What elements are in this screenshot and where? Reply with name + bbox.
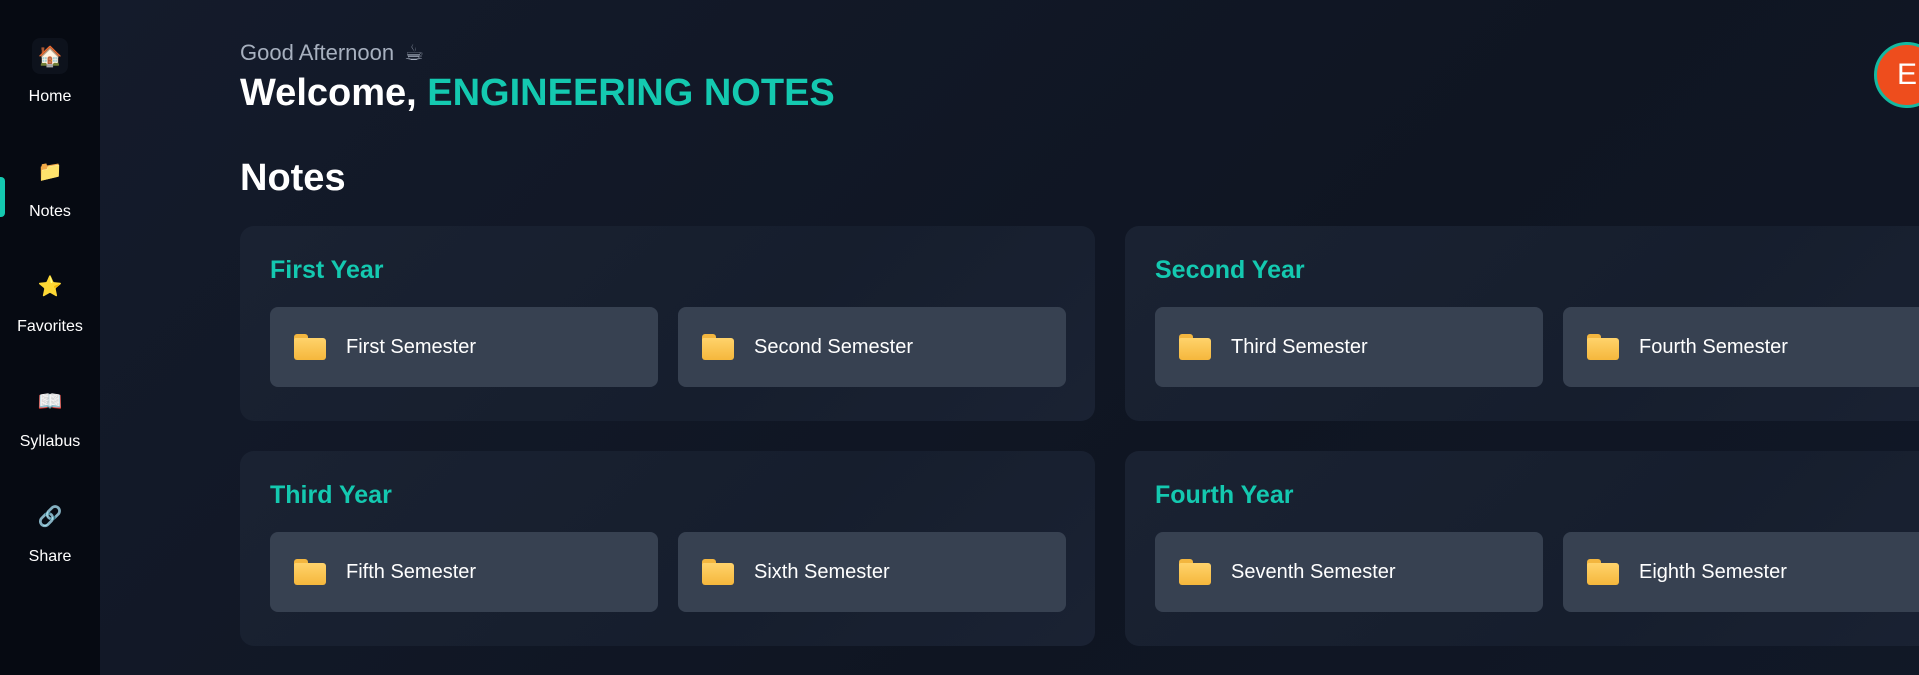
sidebar-item-notes[interactable]: 📁 Notes xyxy=(0,147,100,262)
page-title: Notes xyxy=(240,157,346,199)
semester-label: Eighth Semester xyxy=(1639,560,1787,583)
semester-label: Fifth Semester xyxy=(346,560,477,583)
sidebar-item-label: Home xyxy=(28,88,72,105)
sidebar: 🏠 Home 📁 Notes ⭐ Favorites 📖 Syllabus 🔗 … xyxy=(0,0,100,675)
folder-icon xyxy=(1587,559,1619,585)
semester-label: Sixth Semester xyxy=(754,560,890,583)
sidebar-item-label: Favorites xyxy=(17,318,83,335)
year-card: First Year First Semester Second Semeste… xyxy=(240,226,1095,421)
folder-icon xyxy=(1179,334,1211,360)
year-card: Third Year Fifth Semester Sixth Semester xyxy=(240,451,1095,646)
semester-button[interactable]: Seventh Semester xyxy=(1155,532,1543,612)
year-title: First Year xyxy=(270,256,384,284)
semester-row: Fifth Semester Sixth Semester xyxy=(270,532,1066,612)
sidebar-item-home[interactable]: 🏠 Home xyxy=(0,32,100,147)
folder-icon xyxy=(702,334,734,360)
semester-label: First Semester xyxy=(346,335,477,358)
semester-button[interactable]: Eighth Semester xyxy=(1563,532,1919,612)
semester-button[interactable]: Fifth Semester xyxy=(270,532,658,612)
semester-row: Third Semester Fourth Semester xyxy=(1155,307,1919,387)
sidebar-item-favorites[interactable]: ⭐ Favorites xyxy=(0,262,100,377)
semester-button[interactable]: Second Semester xyxy=(678,307,1066,387)
book-icon: 📖 xyxy=(37,390,63,413)
semester-label: Seventh Semester xyxy=(1231,560,1396,583)
home-icon: 🏠 xyxy=(32,38,68,74)
main-content: Good Afternoon ☕ Welcome, ENGINEERING NO… xyxy=(100,0,1919,675)
folder-icon xyxy=(1179,559,1211,585)
welcome-prefix: Welcome, xyxy=(240,72,417,114)
folder-icon xyxy=(1587,334,1619,360)
years-grid: First Year First Semester Second Semeste… xyxy=(240,226,1919,646)
greeting: Good Afternoon ☕ xyxy=(240,40,1919,66)
star-icon: ⭐ xyxy=(37,275,63,298)
app-root: 🏠 Home 📁 Notes ⭐ Favorites 📖 Syllabus 🔗 … xyxy=(0,0,1919,675)
sidebar-item-label: Notes xyxy=(29,203,71,220)
user-name: ENGINEERING NOTES xyxy=(427,72,835,114)
semester-row: First Semester Second Semester xyxy=(270,307,1066,387)
semester-row: Seventh Semester Eighth Semester xyxy=(1155,532,1919,612)
semester-button[interactable]: Sixth Semester xyxy=(678,532,1066,612)
semester-button[interactable]: Fourth Semester xyxy=(1563,307,1919,387)
sidebar-item-label: Share xyxy=(28,548,72,565)
semester-button[interactable]: First Semester xyxy=(270,307,658,387)
greeting-text: Good Afternoon xyxy=(240,40,395,65)
folder-icon: 📁 xyxy=(37,160,63,183)
year-title: Second Year xyxy=(1155,256,1305,284)
year-title: Third Year xyxy=(270,481,392,509)
sidebar-item-label: Syllabus xyxy=(19,433,81,450)
semester-label: Third Semester xyxy=(1231,335,1368,358)
year-title: Fourth Year xyxy=(1155,481,1294,509)
folder-icon xyxy=(294,559,326,585)
semester-label: Second Semester xyxy=(754,335,913,358)
semester-button[interactable]: Third Semester xyxy=(1155,307,1543,387)
welcome-heading: Welcome, ENGINEERING NOTES xyxy=(240,72,1919,115)
sidebar-item-syllabus[interactable]: 📖 Syllabus xyxy=(0,377,100,492)
folder-icon xyxy=(294,334,326,360)
link-icon: 🔗 xyxy=(37,505,63,528)
year-card: Second Year Third Semester Fourth Semest… xyxy=(1125,226,1919,421)
sidebar-item-share[interactable]: 🔗 Share xyxy=(0,492,100,607)
folder-icon xyxy=(702,559,734,585)
coffee-icon: ☕ xyxy=(404,40,424,65)
semester-label: Fourth Semester xyxy=(1639,335,1788,358)
year-card: Fourth Year Seventh Semester Eighth Seme… xyxy=(1125,451,1919,646)
